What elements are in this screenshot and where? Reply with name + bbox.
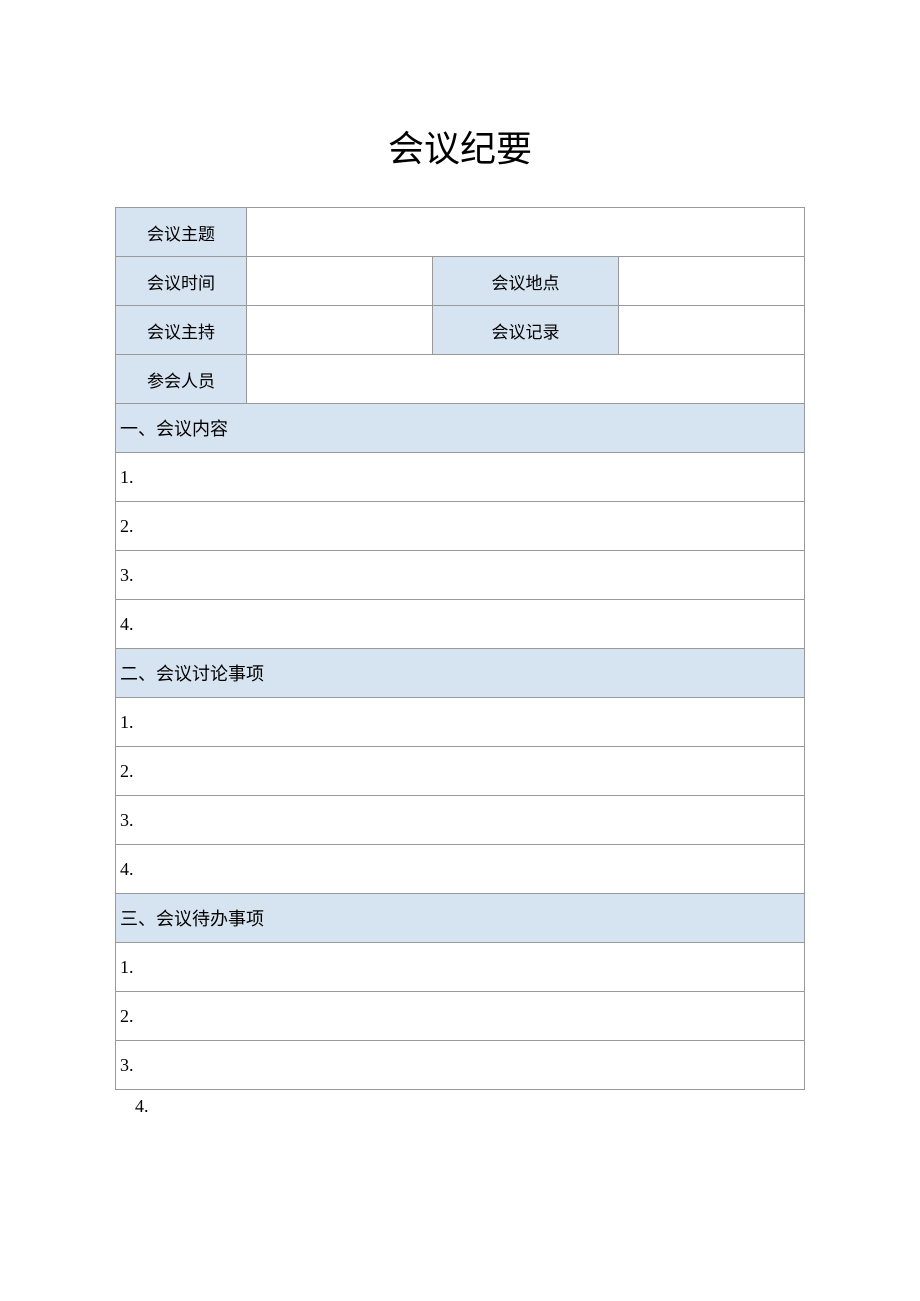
- attendees-label: 参会人员: [116, 355, 247, 404]
- meeting-minutes-table: 会议主题 会议时间 会议地点 会议主持 会议记录 参会人员 一、会议内容 1. …: [115, 207, 805, 1090]
- record-value: [618, 306, 804, 355]
- time-value: [246, 257, 432, 306]
- section-1-item: 4.: [116, 600, 805, 649]
- record-label: 会议记录: [432, 306, 618, 355]
- section-3-item: 3.: [116, 1041, 805, 1090]
- host-value: [246, 306, 432, 355]
- attendees-value: [246, 355, 804, 404]
- subject-label: 会议主题: [116, 208, 247, 257]
- location-value: [618, 257, 804, 306]
- document-title: 会议纪要: [115, 120, 805, 172]
- subject-value: [246, 208, 804, 257]
- trailing-item: 4.: [115, 1090, 805, 1125]
- section-1-item: 2.: [116, 502, 805, 551]
- section-3-item: 1.: [116, 943, 805, 992]
- section-3-heading: 三、会议待办事项: [116, 894, 805, 943]
- host-label: 会议主持: [116, 306, 247, 355]
- section-2-item: 3.: [116, 796, 805, 845]
- section-3-item: 2.: [116, 992, 805, 1041]
- section-1-heading: 一、会议内容: [116, 404, 805, 453]
- section-1-item: 3.: [116, 551, 805, 600]
- section-1-item: 1.: [116, 453, 805, 502]
- section-2-item: 4.: [116, 845, 805, 894]
- section-2-heading: 二、会议讨论事项: [116, 649, 805, 698]
- time-label: 会议时间: [116, 257, 247, 306]
- location-label: 会议地点: [432, 257, 618, 306]
- section-2-item: 2.: [116, 747, 805, 796]
- section-2-item: 1.: [116, 698, 805, 747]
